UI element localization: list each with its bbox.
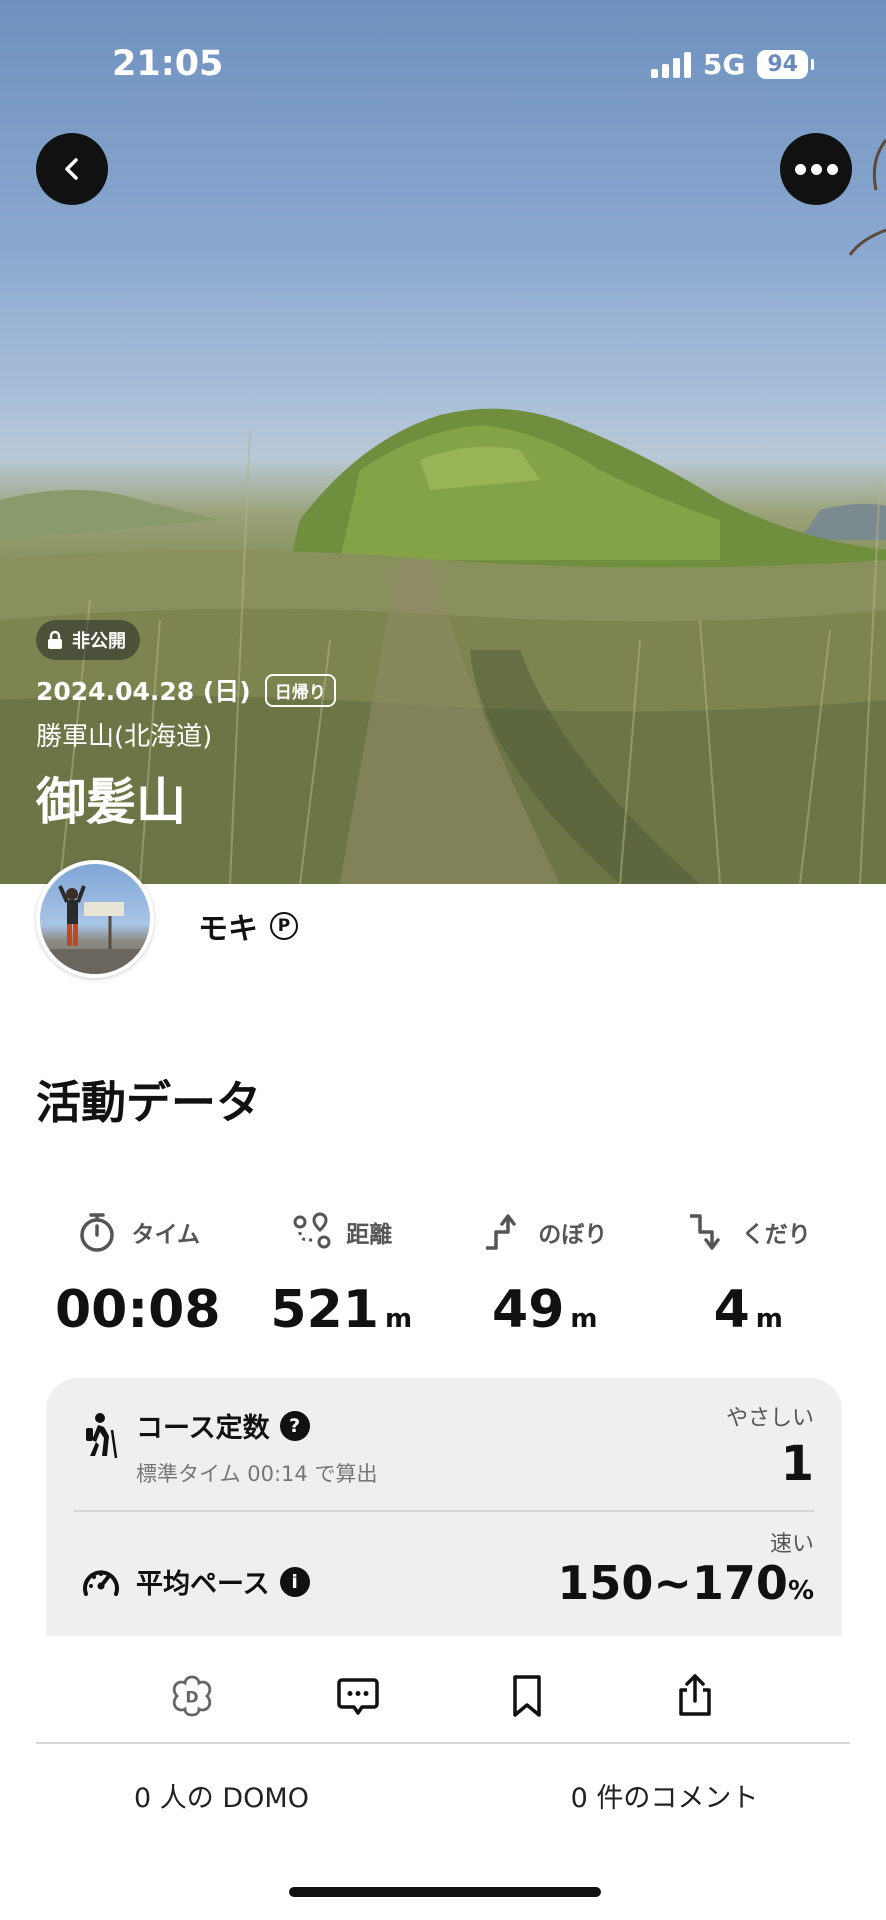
course-constant-value: 1: [780, 1436, 814, 1492]
bookmark-button[interactable]: [497, 1666, 557, 1726]
status-time: 21:05: [112, 44, 224, 84]
stopwatch-icon: [80, 1213, 115, 1252]
user-name-text: モキ: [198, 912, 258, 947]
privacy-badge: 非公開: [36, 620, 140, 660]
hiker-icon: [86, 1413, 118, 1459]
date-line: 2024.04.28 (日) 日帰り: [36, 672, 336, 708]
course-constant-subtitle: 標準タイム 00:14 で算出: [136, 1462, 378, 1486]
chevron-left-icon: [65, 158, 78, 180]
domo-count[interactable]: 0 人の DOMO: [0, 1776, 443, 1815]
stat-label: のぼり: [538, 1222, 608, 1248]
ascent-icon: [486, 1214, 516, 1250]
share-icon: [679, 1674, 711, 1716]
help-icon[interactable]: ?: [279, 1410, 310, 1441]
network-type: 5G: [702, 48, 746, 81]
home-indicator[interactable]: [289, 1887, 601, 1897]
pace-title: 平均ペース: [136, 1569, 270, 1600]
user-name[interactable]: モキ P: [198, 904, 298, 948]
activity-stats: タイム 00:08 距離 521 m のぼり 49 m くだり 4 m: [36, 1206, 850, 1340]
stat-time: タイム 00:08: [36, 1206, 240, 1340]
activity-area[interactable]: 勝軍山(北海道): [36, 716, 212, 753]
info-icon[interactable]: i: [279, 1566, 310, 1597]
signal-icon: [650, 51, 691, 78]
route-icon: [293, 1212, 331, 1249]
activity-title: 御髪山: [36, 773, 186, 831]
course-info-card: コース定数 ? 標準タイム 00:14 で算出 やさしい 1 平均ペース i 速…: [46, 1378, 842, 1638]
avatar[interactable]: [36, 860, 154, 978]
privacy-label: 非公開: [72, 631, 126, 652]
hero-photo: 21:05 5G 94 非公開 2024.04.28 (日) 日帰り 勝軍山(北…: [0, 0, 886, 884]
stat-ascent: のぼり 49 m: [443, 1206, 647, 1340]
speedometer-icon: [83, 1570, 119, 1596]
lock-icon: [48, 630, 62, 649]
stat-label: 距離: [346, 1222, 393, 1248]
divider: [36, 1742, 850, 1744]
back-button[interactable]: [36, 133, 108, 205]
domo-button[interactable]: D: [162, 1666, 222, 1726]
descent-icon: [689, 1214, 720, 1250]
premium-badge-icon: P: [270, 912, 298, 940]
avatar-photo: [40, 885, 150, 974]
comment-count[interactable]: 0 件のコメント: [443, 1776, 886, 1815]
stat-value: 49 m: [492, 1280, 598, 1340]
domo-icon: D: [172, 1675, 212, 1717]
more-button[interactable]: [780, 133, 852, 205]
course-constant-row: コース定数 ? 標準タイム 00:14 で算出 やさしい 1: [74, 1406, 814, 1512]
bookmark-icon: [513, 1675, 541, 1717]
stat-descent: くだり 4m: [647, 1206, 851, 1340]
share-button[interactable]: [665, 1666, 725, 1726]
stat-value: 521 m: [270, 1280, 413, 1340]
pace-value: 150~170%: [557, 1556, 814, 1610]
pace-row: 平均ペース i 速い 150~170%: [74, 1528, 814, 1638]
stat-label: くだり: [741, 1222, 811, 1248]
course-constant-level: やさしい: [725, 1406, 814, 1431]
bottom-action-bar: D 0 人の DOMO 0 件のコメント: [0, 1636, 886, 1920]
stat-value: 00:08: [54, 1280, 221, 1340]
svg-text:D: D: [185, 1688, 198, 1707]
trip-type-badge: 日帰り: [264, 673, 336, 707]
battery-icon: 94: [757, 50, 814, 79]
status-bar-right: 5G 94: [650, 48, 814, 81]
stat-distance: 距離 521 m: [240, 1206, 444, 1340]
comment-button[interactable]: [328, 1666, 388, 1726]
section-title: 活動データ: [36, 1076, 262, 1129]
comment-icon: [337, 1678, 379, 1715]
course-constant-title: コース定数: [136, 1413, 270, 1444]
ellipsis-icon: [794, 163, 838, 175]
stat-value: 4m: [713, 1280, 783, 1340]
pace-level: 速い: [769, 1532, 814, 1557]
reaction-counts: 0 人の DOMO 0 件のコメント: [0, 1776, 886, 1815]
stat-label: タイム: [131, 1222, 201, 1248]
activity-date: 2024.04.28 (日): [36, 677, 251, 706]
